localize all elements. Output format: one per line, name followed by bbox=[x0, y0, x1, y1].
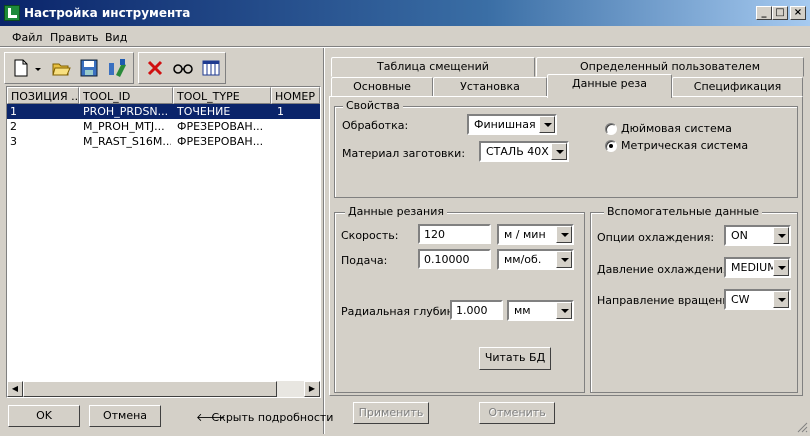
row-tool-id: M_RAST_S16M... bbox=[83, 135, 171, 148]
tool-settings-icon[interactable] bbox=[106, 57, 128, 79]
processing-label: Обработка: bbox=[342, 119, 409, 132]
columns-icon[interactable] bbox=[200, 57, 222, 79]
menu-file[interactable]: Файл bbox=[12, 31, 42, 44]
group-properties-title: Свойства bbox=[343, 99, 403, 112]
ok-button[interactable]: OK bbox=[8, 405, 80, 427]
glasses-icon[interactable] bbox=[172, 57, 194, 79]
coolant-value: ON bbox=[731, 229, 748, 242]
speed-input[interactable]: 120 bbox=[418, 224, 491, 244]
menu-edit[interactable]: Править bbox=[50, 31, 99, 44]
radial-unit-select[interactable]: мм bbox=[507, 300, 574, 321]
inch-system-label[interactable]: Дюймовая система bbox=[621, 122, 732, 135]
pressure-select[interactable]: MEDIUM bbox=[724, 257, 791, 278]
maximize-button[interactable]: □ bbox=[772, 6, 788, 20]
open-folder-icon[interactable] bbox=[50, 57, 72, 79]
apply-button[interactable]: Применить bbox=[353, 402, 429, 424]
chevron-down-icon[interactable] bbox=[773, 227, 789, 244]
column-number[interactable]: НОМЕР Н bbox=[271, 87, 320, 104]
feed-unit-value: мм/об. bbox=[504, 253, 542, 266]
chevron-down-icon[interactable] bbox=[773, 291, 789, 308]
resize-grip-icon[interactable] bbox=[796, 421, 808, 433]
column-tool-id[interactable]: TOOL_ID bbox=[79, 87, 173, 104]
title-bar: Настройка инструмента _ □ × bbox=[0, 0, 810, 26]
rotation-select[interactable]: CW bbox=[724, 289, 791, 310]
chevron-down-icon[interactable] bbox=[551, 143, 567, 160]
scroll-right-icon[interactable]: ▶ bbox=[304, 381, 320, 397]
tab-cutting-data[interactable]: Данные реза bbox=[547, 74, 672, 98]
metric-system-label[interactable]: Метрическая система bbox=[621, 139, 748, 152]
radio-metric[interactable] bbox=[605, 140, 617, 152]
processing-value: Финишная bbox=[474, 118, 536, 131]
panel-splitter[interactable] bbox=[323, 48, 325, 434]
read-db-button[interactable]: Читать БД bbox=[479, 347, 551, 370]
row-tool-type: ФРЕЗЕРОВАН... bbox=[177, 120, 264, 133]
group-cutting-title: Данные резания bbox=[345, 205, 447, 218]
scroll-thumb[interactable] bbox=[23, 381, 277, 397]
row-tool-type: ФРЕЗЕРОВАН... bbox=[177, 135, 264, 148]
window-title: Настройка инструмента bbox=[24, 6, 191, 20]
horizontal-scrollbar[interactable]: ◀ ▶ bbox=[7, 381, 320, 397]
chevron-down-icon[interactable] bbox=[539, 116, 555, 133]
save-icon[interactable] bbox=[78, 57, 100, 79]
speed-unit-select[interactable]: м / мин bbox=[497, 224, 574, 245]
row-position: 3 bbox=[10, 135, 17, 148]
undo-button[interactable]: Отменить bbox=[479, 402, 555, 424]
table-row[interactable]: 2 M_PROH_MTJ... ФРЕЗЕРОВАН... bbox=[7, 119, 320, 134]
new-dropdown-icon[interactable] bbox=[34, 64, 42, 72]
material-select[interactable]: СТАЛЬ 40Х bbox=[479, 141, 569, 162]
delete-icon[interactable] bbox=[144, 57, 166, 79]
app-icon bbox=[4, 5, 20, 21]
menu-view[interactable]: Вид bbox=[105, 31, 127, 44]
column-position[interactable]: ПОЗИЦИЯ ... bbox=[7, 87, 79, 104]
row-position: 2 bbox=[10, 120, 17, 133]
radio-inch[interactable] bbox=[605, 123, 617, 135]
chevron-down-icon[interactable] bbox=[773, 259, 789, 276]
row-position: 1 bbox=[10, 105, 17, 118]
chevron-down-icon[interactable] bbox=[556, 226, 572, 243]
tab-specification[interactable]: Спецификация bbox=[672, 77, 803, 97]
hide-details-label: Скрыть подробности bbox=[211, 411, 334, 424]
table-row[interactable]: 3 M_RAST_S16M... ФРЕЗЕРОВАН... bbox=[7, 134, 320, 149]
rotation-label: Направление вращения: bbox=[597, 294, 740, 307]
new-file-icon[interactable] bbox=[10, 57, 32, 79]
scroll-left-icon[interactable]: ◀ bbox=[7, 381, 23, 397]
feed-label: Подача: bbox=[341, 254, 388, 267]
chevron-down-icon[interactable] bbox=[556, 251, 572, 268]
speed-label: Скорость: bbox=[341, 229, 399, 242]
coolant-label: Опции охлаждения: bbox=[597, 231, 715, 244]
menu-bar: Файл Править Вид bbox=[0, 26, 810, 46]
pressure-label: Давление охлаждения: bbox=[597, 263, 734, 276]
material-value: СТАЛЬ 40Х bbox=[486, 145, 549, 158]
close-button[interactable]: × bbox=[790, 6, 806, 20]
radial-depth-input[interactable]: 1.000 bbox=[450, 300, 503, 320]
processing-select[interactable]: Финишная bbox=[467, 114, 557, 135]
row-tool-id: M_PROH_MTJ... bbox=[83, 120, 165, 133]
feed-unit-select[interactable]: мм/об. bbox=[497, 249, 574, 270]
feed-input[interactable]: 0.10000 bbox=[418, 249, 491, 269]
material-label: Материал заготовки: bbox=[342, 147, 466, 160]
coolant-select[interactable]: ON bbox=[724, 225, 791, 246]
row-tool-type: ТОЧЕНИЕ bbox=[177, 105, 231, 118]
tab-main[interactable]: Основные bbox=[331, 77, 433, 97]
table-row[interactable]: 1 PROH_PRDSN... ТОЧЕНИЕ 1 bbox=[7, 104, 320, 119]
radial-unit-value: мм bbox=[514, 304, 531, 317]
chevron-down-icon[interactable] bbox=[556, 302, 572, 319]
arrow-left-icon: 🡐 bbox=[196, 411, 226, 424]
rotation-value: CW bbox=[731, 293, 750, 306]
menu-divider bbox=[0, 46, 810, 48]
group-aux-title: Вспомогательные данные bbox=[604, 205, 763, 218]
hide-details-link[interactable]: 🡐 Скрыть подробности bbox=[196, 410, 333, 424]
row-number: 1 bbox=[277, 105, 284, 118]
column-tool-type[interactable]: TOOL_TYPE bbox=[173, 87, 271, 104]
row-tool-id: PROH_PRDSN... bbox=[83, 105, 169, 118]
pressure-value: MEDIUM bbox=[731, 261, 777, 274]
tool-list[interactable]: ПОЗИЦИЯ ... TOOL_ID TOOL_TYPE НОМЕР Н 1 … bbox=[6, 86, 321, 398]
cancel-button[interactable]: Отмена bbox=[89, 405, 161, 427]
radial-depth-label: Радиальная глубина: bbox=[341, 305, 465, 318]
minimize-button[interactable]: _ bbox=[756, 6, 772, 20]
tab-offsets-table[interactable]: Таблица смещений bbox=[331, 57, 535, 77]
speed-unit-value: м / мин bbox=[504, 228, 546, 241]
tab-setup[interactable]: Установка bbox=[433, 77, 547, 97]
